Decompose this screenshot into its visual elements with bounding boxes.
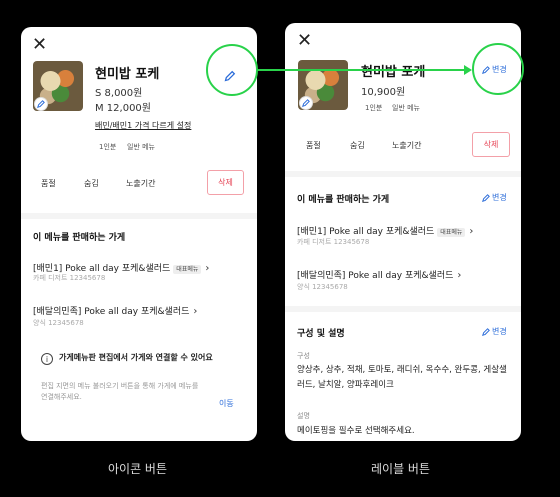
edit-label: 변경	[492, 327, 507, 336]
representative-badge: 대표메뉴	[437, 228, 466, 237]
composition-edit-button[interactable]: 변경	[482, 326, 507, 337]
info-icon: i	[41, 353, 53, 365]
thumbnail-edit-icon[interactable]	[299, 96, 313, 110]
description-text: 메이토핑을 필수로 선택해주세요.	[297, 426, 415, 436]
hide-button[interactable]: 숨김	[350, 140, 365, 151]
stores-edit-button[interactable]: 변경	[482, 192, 507, 203]
store-item-baemin[interactable]: [배달의민족] Poke all day 포케&샐러드 ›	[33, 299, 197, 318]
store-item-baemin[interactable]: [배달의민족] Poke all day 포케&샐러드 ›	[297, 263, 461, 282]
go-link[interactable]: 이동	[219, 398, 234, 409]
label-button-highlight-ring	[472, 43, 524, 95]
delete-button[interactable]: 삭제	[207, 170, 244, 195]
caption-icon-button: 아이콘 버튼	[108, 462, 168, 476]
menu-price: 10,900원	[361, 87, 406, 98]
delete-button[interactable]: 삭제	[472, 132, 510, 157]
composition-text: 양상추, 상추, 적채, 토마토, 래디쉬, 옥수수, 완두콩, 게살샐러드, …	[297, 365, 507, 390]
composition-label: 구성	[297, 352, 310, 360]
store-name: [배달의민족] Poke all day 포케&샐러드	[33, 307, 190, 317]
connector-line	[258, 69, 466, 71]
hide-button[interactable]: 숨김	[84, 178, 99, 189]
description-label: 설명	[297, 412, 310, 420]
tag-menu-type: 일반 메뉴	[392, 104, 420, 112]
store-item-baemin1[interactable]: [배민1] Poke all day 포케&샐러드 대표메뉴 ›	[297, 219, 473, 238]
store-category: 양식 12345678	[297, 283, 348, 291]
tag-serving: 1인분	[99, 143, 117, 151]
chevron-right-icon: ›	[193, 306, 198, 317]
store-category: 양식 12345678	[33, 319, 84, 327]
pencil-icon	[482, 193, 490, 202]
section-divider	[21, 213, 257, 219]
tag-menu-type: 일반 메뉴	[127, 143, 155, 151]
price-per-channel-link[interactable]: 배민/배민1 가격 다르게 설정	[95, 120, 191, 131]
representative-badge: 대표메뉴	[173, 265, 202, 274]
stores-section-title: 이 메뉴를 판매하는 가게	[297, 195, 390, 205]
pencil-icon	[482, 327, 490, 336]
close-icon[interactable]: ✕	[297, 32, 312, 50]
icon-button-highlight-ring	[206, 44, 258, 96]
price-medium: M 12,000원	[95, 103, 151, 114]
caption-label-button: 레이블 버튼	[371, 462, 431, 476]
thumbnail-edit-icon[interactable]	[34, 97, 48, 111]
display-period-button[interactable]: 노출기간	[392, 140, 421, 151]
store-name: [배민1] Poke all day 포케&샐러드	[297, 227, 435, 237]
section-divider	[285, 306, 521, 312]
menu-name: 현미밥 포케	[95, 67, 160, 82]
soldout-button[interactable]: 품절	[41, 178, 56, 189]
chevron-right-icon: ›	[469, 226, 474, 237]
info-description: 편집 지면의 메뉴 불러오기 버튼을 통해 가게에 메뉴를 연결해주세요.	[41, 382, 199, 401]
tag-serving: 1인분	[365, 104, 383, 112]
store-name: [배달의민족] Poke all day 포케&샐러드	[297, 271, 454, 281]
composition-section-title: 구성 및 설명	[297, 329, 345, 339]
store-category: 카페 디저트 12345678	[297, 238, 370, 246]
soldout-button[interactable]: 품절	[306, 140, 321, 151]
arrow-head-icon	[464, 65, 472, 75]
price-small: S 8,000원	[95, 88, 143, 99]
section-divider	[285, 171, 521, 177]
info-title: 가게메뉴판 편집에서 가게와 연결할 수 있어요	[59, 353, 213, 362]
stores-section-title: 이 메뉴를 판매하는 가게	[33, 233, 126, 243]
store-category: 카페 디저트 12345678	[33, 274, 106, 282]
close-icon[interactable]: ✕	[32, 36, 47, 54]
chevron-right-icon: ›	[457, 270, 462, 281]
edit-label: 변경	[492, 193, 507, 202]
display-period-button[interactable]: 노출기간	[126, 178, 155, 189]
chevron-right-icon: ›	[205, 263, 210, 274]
